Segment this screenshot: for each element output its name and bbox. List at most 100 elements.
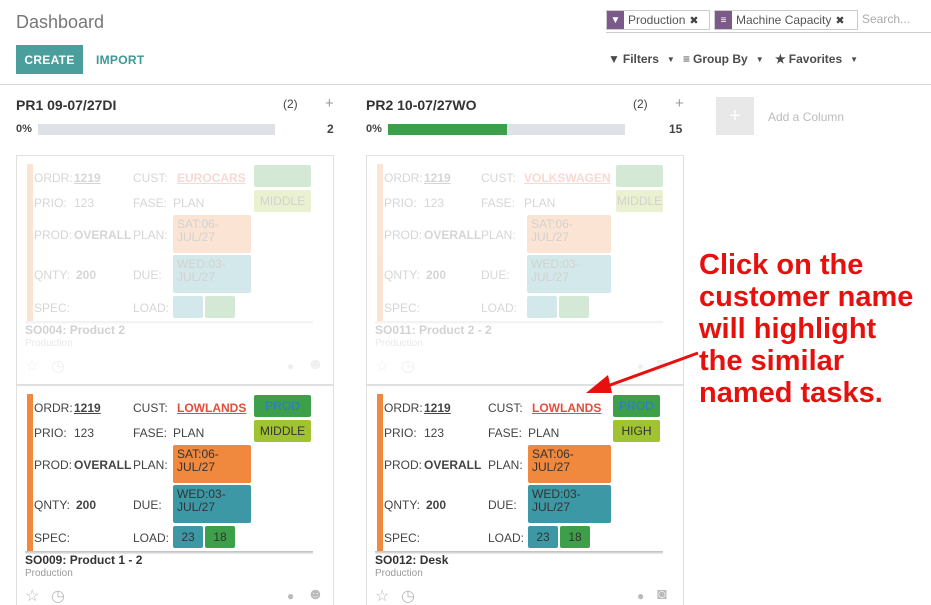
search-facet-groupby[interactable]: ≡ Machine Capacity ✖ [714,10,858,30]
search-input[interactable]: Search... [862,12,910,26]
add-task-icon[interactable]: + [675,95,684,112]
fase-value: PLAN [173,426,205,440]
kanban-column-1: PR1 09-07/27DI (2) + 0% 2 ORDR: 1219 CUS… [0,85,334,605]
filter-icon: ▼ [607,11,624,29]
card-title[interactable]: SO009: Product 1 - 2 [25,553,142,567]
search-bar[interactable]: ▼ Production ✖ ≡ Machine Capacity ✖ Sear… [606,9,931,33]
star-icon[interactable]: ☆ [25,356,39,376]
search-facet-filter[interactable]: ▼ Production ✖ [606,10,710,30]
prod-label: PROD: [34,458,73,472]
cust-label: CUST: [133,401,168,415]
color-strip [27,394,33,552]
column-progress-bar [38,124,275,135]
clock-icon[interactable]: ◷ [51,586,65,605]
color-strip [27,164,33,322]
filters-menu[interactable]: ▼ Filters ▼ [608,52,675,66]
fase-badge: HIGH [613,420,660,442]
clock-icon[interactable]: ◷ [51,356,65,376]
create-button[interactable]: CREATE [16,45,83,74]
filters-label: Filters [622,52,659,66]
import-button[interactable]: IMPORT [96,45,144,74]
prod-value: OVERALL [74,458,132,472]
close-icon[interactable]: ✖ [835,14,847,27]
kanban-card[interactable]: ORDR: 1219 CUST: LOWLANDS PROD PRIO: 123… [16,385,334,605]
order-link[interactable]: 1219 [74,401,101,415]
prio-label: PRIO: [34,426,67,440]
kanban-card[interactable]: ORDR: 1219 CUST: EUROCARS PRIO: 123 FASE… [16,155,334,385]
cust-label: CUST: [481,171,516,185]
customer-link[interactable]: LOWLANDS [177,401,246,415]
load-label: LOAD: [488,531,525,545]
card-footer: ☆ ◷ ● ☻ [25,586,325,605]
progress-fill [388,124,507,135]
star-icon[interactable]: ☆ [375,356,389,376]
avatar-icon: ☻ [307,586,324,603]
kanban-card[interactable]: ORDR: 1219 CUST: LOWLANDS PROD PRIO: 123… [366,385,684,605]
cust-label: CUST: [488,401,523,415]
spec-label: SPEC: [34,531,71,545]
status-dot-icon[interactable]: ● [287,589,294,603]
add-column-label[interactable]: Add a Column [768,110,844,124]
facet-label: Machine Capacity [736,13,832,27]
card-footer: ☆ ◷ ● ◙ [375,586,675,605]
status-dot-icon[interactable]: ● [637,589,644,603]
fase-badge: MIDDLE [254,420,311,442]
prod-value: OVERALL [74,228,132,242]
plan-label: PLAN: [133,228,168,242]
qnty-value: 200 [426,268,447,282]
plan-label: PLAN: [488,458,523,472]
order-link[interactable]: 1219 [424,171,451,185]
customer-link[interactable]: EUROCARS [177,171,246,185]
add-task-icon[interactable]: + [325,95,334,112]
column-progress-bar [388,124,625,135]
fase-value: PLAN [173,196,205,210]
cust-label: CUST: [133,171,168,185]
customer-link[interactable]: LOWLANDS [532,401,601,415]
annotation-arrow-icon [586,351,699,393]
clock-icon[interactable]: ◷ [401,356,415,376]
fase-badge: MIDDLE [254,190,311,212]
add-column-button[interactable]: + [716,97,754,135]
plan-label: PLAN: [133,458,168,472]
order-link[interactable]: 1219 [424,401,451,415]
qnty-value: 200 [426,498,447,512]
spec-label: SPEC: [34,301,71,315]
clock-icon[interactable]: ◷ [401,586,415,605]
plan-date: SAT:06-JUL/27 [528,445,611,483]
prio-value: 123 [74,426,95,440]
column-title: PR1 09-07/27DI [16,97,117,113]
caret-down-icon: ▼ [755,54,764,64]
column-title: PR2 10-07/27WO [366,97,477,113]
qnty-label: QNTY: [384,268,421,282]
group-by-label: Group By [693,52,748,66]
card-title[interactable]: SO011: Product 2 - 2 [375,323,492,337]
close-icon[interactable]: ✖ [689,14,701,27]
ordr-label: ORDR: [34,171,73,185]
fase-label: FASE: [481,196,516,210]
page-title: Dashboard [16,12,105,32]
card-title[interactable]: SO004: Product 2 [25,323,125,337]
caret-down-icon: ▼ [666,54,675,64]
fase-value: PLAN [528,426,560,440]
load-label: LOAD: [133,531,170,545]
group-by-menu[interactable]: ≡ Group By ▼ [683,52,764,66]
customer-link[interactable]: VOLKSWAGEN [524,171,611,185]
status-dot-icon[interactable]: ● [287,359,294,373]
star-icon[interactable]: ☆ [375,586,389,605]
prod-label: PROD: [34,228,73,242]
plan-date: SAT:06-JUL/27 [173,445,251,483]
stage-badge [616,165,663,187]
order-link[interactable]: 1219 [74,171,101,185]
due-label: DUE: [133,268,162,282]
facet-label: Production [628,13,686,27]
load-label: LOAD: [133,301,170,315]
color-strip [377,164,383,322]
favorites-menu[interactable]: ★ Favorites ▼ [775,52,858,66]
load-badge-b: 18 [560,526,590,548]
load-badge-a: 23 [528,526,558,548]
due-label: DUE: [133,498,162,512]
prod-label: PROD: [384,458,423,472]
star-icon[interactable]: ☆ [25,586,39,605]
card-title[interactable]: SO012: Desk [375,553,448,567]
column-count: (2) [283,97,298,111]
